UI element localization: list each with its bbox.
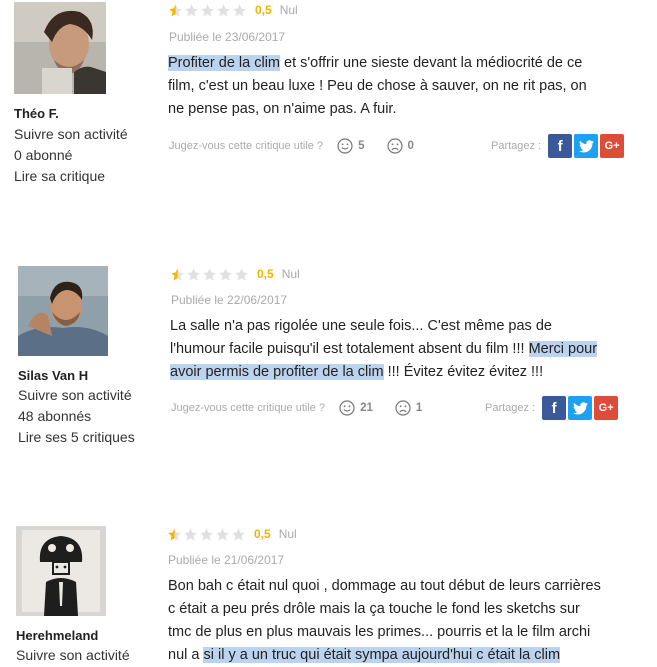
empty-star-icon — [200, 527, 213, 540]
facebook-share-button[interactable]: f — [548, 134, 573, 158]
half-star-icon — [169, 3, 182, 16]
empty-star-icon — [233, 3, 246, 16]
frown-icon — [386, 138, 403, 154]
highlighted-text: si il y a un truc qui était sympa aujour… — [203, 647, 561, 663]
empty-star-icon — [184, 527, 197, 540]
rating: 0,5 Nul — [168, 1, 298, 19]
follow-activity-link[interactable]: Suivre son activité — [14, 126, 128, 142]
useful-question: Jugez-vous cette critique utile ? — [171, 402, 326, 414]
facebook-icon: f — [557, 137, 563, 155]
rating-score: 0,5 — [254, 527, 271, 541]
avatar[interactable] — [16, 526, 106, 616]
highlighted-text: avoir permis de profiter de la clim — [170, 364, 384, 380]
review-text-line: ne pense pas, on n'aime pas. A fuir. — [168, 101, 397, 117]
review-text-line: c était a peu prés drôle mais la ça touc… — [168, 601, 580, 617]
avatar[interactable] — [18, 266, 108, 356]
review-text: La salle n'a pas rigolée une seule fois.… — [170, 315, 630, 384]
rating: 0,5 Nul — [167, 525, 297, 543]
google-plus-icon: G+ — [598, 402, 614, 414]
rating-score: 0,5 — [257, 267, 274, 281]
review-text-line: La salle n'a pas rigolée une seule fois.… — [170, 318, 552, 334]
review-text-line: !!! Évitez évitez évitez !!! — [383, 364, 544, 380]
review-text-line: Bon bah c était nul quoi , dommage au to… — [168, 578, 601, 594]
publication-date: Publiée le 21/06/2017 — [168, 553, 285, 567]
twitter-share-button[interactable] — [574, 134, 599, 158]
empty-star-icon — [235, 267, 248, 280]
twitter-share-button[interactable] — [568, 396, 593, 420]
share-bar: Partagez : f G+ — [485, 396, 619, 420]
empty-star-icon — [201, 3, 214, 16]
google-plus-share-button[interactable]: G+ — [594, 396, 619, 420]
review-text-line: l'humour facile puisqu'il est totalement… — [170, 341, 529, 357]
facebook-share-button[interactable]: f — [542, 396, 567, 420]
vote-down-count: 0 — [407, 140, 414, 152]
publication-date: Publiée le 23/06/2017 — [169, 30, 286, 44]
empty-star-icon — [219, 267, 232, 280]
vote-down-button[interactable]: 0 — [386, 138, 414, 154]
empty-star-icon — [216, 527, 229, 540]
empty-star-icon — [185, 3, 198, 16]
star-rating — [168, 3, 247, 18]
empty-star-icon — [217, 3, 230, 16]
review-footer: Jugez-vous cette critique utile ? 5 0 — [169, 134, 414, 158]
share-label: Partagez : — [491, 140, 542, 152]
facebook-icon: f — [551, 399, 557, 417]
share-bar: Partagez : f G+ — [491, 134, 625, 158]
highlighted-text: Profiter de la clim — [168, 55, 281, 71]
highlighted-text: Merci pour — [528, 341, 598, 357]
half-star-icon — [171, 267, 184, 280]
review-text: Bon bah c était nul quoi , dommage au to… — [168, 575, 648, 667]
rating-label: Nul — [278, 527, 297, 541]
vote-down-count: 1 — [415, 402, 423, 414]
followers-count: 0 abonné — [14, 147, 73, 163]
review-text-line: et s'offrir une sieste devant la médiocr… — [280, 55, 583, 71]
frown-icon — [395, 400, 411, 416]
vote-up-button[interactable]: 5 — [337, 138, 365, 154]
user-name[interactable]: Herehmeland — [16, 628, 98, 643]
publication-date: Publiée le 22/06/2017 — [171, 293, 288, 307]
google-plus-icon: G+ — [604, 140, 620, 152]
rating: 0,5 Nul — [170, 265, 300, 283]
vote-up-button[interactable]: 21 — [339, 400, 373, 416]
smile-icon — [339, 400, 355, 416]
google-plus-share-button[interactable]: G+ — [600, 134, 625, 158]
avatar[interactable] — [14, 2, 106, 94]
vote-up-count: 5 — [358, 140, 365, 152]
review-text: Profiter de la clim et s'offrir une sies… — [168, 52, 628, 121]
rating-label: Nul — [279, 3, 298, 17]
follow-activity-link[interactable]: Suivre son activité — [16, 647, 130, 663]
review-text-line: nul a — [168, 647, 204, 663]
star-rating — [170, 267, 249, 282]
useful-question: Jugez-vous cette critique utile ? — [169, 140, 324, 152]
rating-label: Nul — [281, 267, 300, 281]
vote-down-button[interactable]: 1 — [395, 400, 422, 416]
empty-star-icon — [187, 267, 200, 280]
vote-up-count: 21 — [360, 402, 373, 414]
rating-score: 0,5 — [255, 3, 272, 17]
empty-star-icon — [203, 267, 216, 280]
review-text-line: film, c'est un beau luxe ! Peu de chose … — [168, 78, 587, 94]
twitter-icon — [572, 401, 588, 414]
read-reviews-link[interactable]: Lire sa critique — [14, 168, 105, 184]
review-footer: Jugez-vous cette critique utile ? 21 1 — [171, 396, 422, 420]
smile-icon — [337, 138, 353, 154]
review-text-line: tmc de plus en plus mauvais les primes..… — [168, 624, 591, 640]
half-star-icon — [168, 527, 181, 540]
follow-activity-link[interactable]: Suivre son activité — [18, 387, 132, 403]
user-name[interactable]: Silas Van H — [18, 368, 88, 383]
user-name[interactable]: Théo F. — [14, 106, 59, 121]
read-reviews-link[interactable]: Lire ses 5 critiques — [18, 429, 135, 445]
share-label: Partagez : — [485, 402, 536, 414]
star-rating — [167, 527, 246, 542]
empty-star-icon — [232, 527, 245, 540]
twitter-icon — [578, 139, 594, 152]
followers-count: 48 abonnés — [18, 408, 92, 424]
